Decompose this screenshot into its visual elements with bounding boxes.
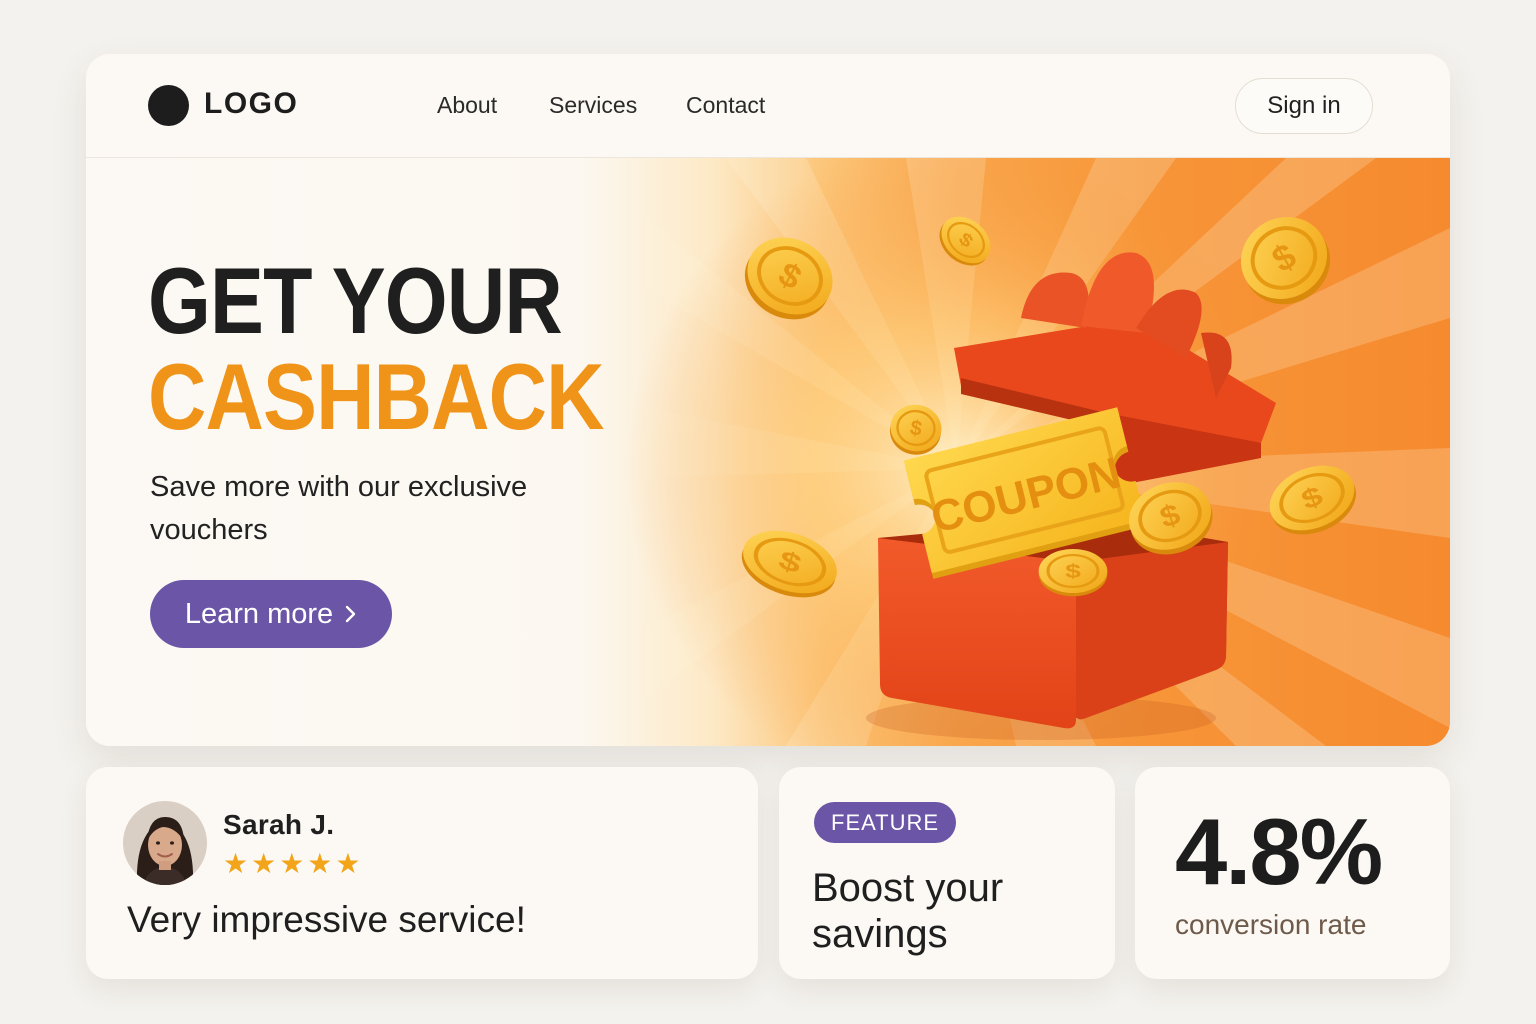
hero-subtitle: Save more with our exclusive vouchers — [150, 471, 528, 546]
nav-link-contact[interactable]: Contact — [686, 92, 765, 119]
conversion-rate-label: conversion rate — [1175, 909, 1367, 940]
reviewer-name: Sarah J. — [223, 809, 335, 840]
feature-badge: FEATURE — [814, 802, 957, 843]
hero-illustration: $ — [526, 158, 1450, 746]
learn-more-button[interactable]: Learn more — [150, 580, 392, 648]
hero-card: LOGO About Services Contact Sign in COUP… — [86, 54, 1450, 746]
avatar — [123, 801, 207, 885]
review-card: Sarah J. ★★★★★ Very impressive service! — [86, 767, 758, 979]
logo-text[interactable]: LOGO — [204, 87, 298, 121]
headline-line2: CASHBACK — [148, 344, 605, 449]
feature-title: Boost your savings — [812, 866, 1004, 956]
chevron-right-icon — [345, 605, 356, 623]
feature-card[interactable]: FEATURE Boost your savings — [779, 767, 1115, 979]
conversion-rate-value: 4.8% — [1175, 799, 1383, 904]
hero-banner: $ — [86, 158, 1450, 746]
nav-link-services[interactable]: Services — [549, 92, 637, 119]
stat-card: 4.8% conversion rate — [1135, 767, 1450, 979]
nav-link-about[interactable]: About — [437, 92, 497, 119]
star-rating-icon: ★★★★★ — [223, 848, 364, 879]
learn-more-label: Learn more — [184, 597, 334, 630]
headline-line1: GET YOUR — [148, 248, 563, 353]
logo-icon[interactable] — [148, 85, 189, 126]
navbar: LOGO About Services Contact Sign in — [86, 54, 1450, 158]
sign-in-button[interactable]: Sign in — [1235, 78, 1373, 134]
review-text: Very impressive service! — [127, 899, 526, 940]
